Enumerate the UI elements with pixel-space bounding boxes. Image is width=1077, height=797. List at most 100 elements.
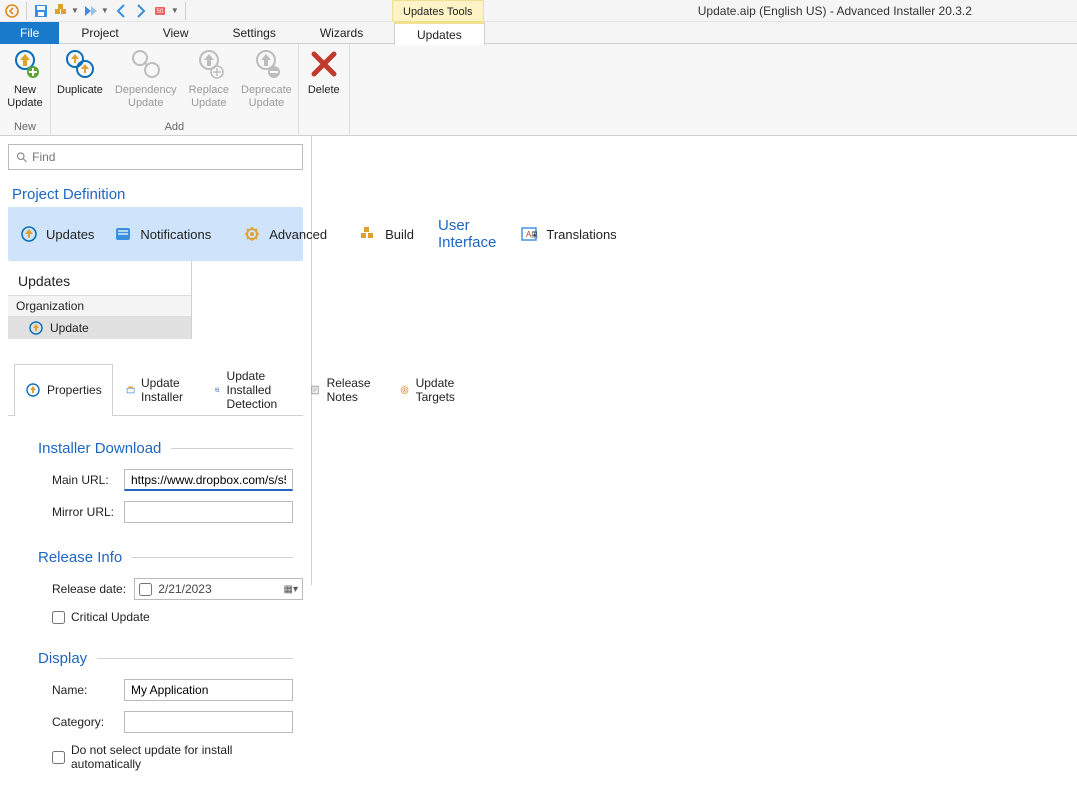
nav-label: Updates bbox=[46, 227, 94, 242]
separator bbox=[185, 2, 186, 20]
back-icon[interactable] bbox=[4, 3, 20, 19]
group-installer-download: Installer Download bbox=[38, 440, 161, 457]
tab-update-installed-detection[interactable]: Update Installed Detection bbox=[203, 364, 298, 416]
svg-text:果: 果 bbox=[531, 231, 538, 239]
dropdown-arrow-icon[interactable]: ▼ bbox=[71, 6, 79, 15]
replace-update-button[interactable]: Replace Update bbox=[183, 44, 235, 121]
nav-notifications[interactable]: Notifications bbox=[102, 219, 223, 249]
nav-label: Notifications bbox=[140, 227, 211, 242]
tab-label: Update Installer bbox=[141, 376, 190, 404]
release-date-picker[interactable]: 2/21/2023 ▦▾ bbox=[134, 578, 303, 600]
tab-label: Update Targets bbox=[416, 376, 462, 404]
nav-translations[interactable]: A果 Translations bbox=[508, 219, 628, 249]
search-icon bbox=[15, 150, 28, 164]
critical-update-checkbox[interactable] bbox=[52, 611, 65, 624]
mid-panel-title: Updates bbox=[8, 269, 191, 295]
nav-label: Translations bbox=[546, 227, 616, 242]
divider bbox=[97, 658, 293, 659]
tab-label: Update Installed Detection bbox=[227, 369, 287, 411]
run-icon[interactable] bbox=[83, 3, 99, 19]
duplicate-button[interactable]: Duplicate bbox=[51, 44, 109, 121]
ribbon-group-blank bbox=[299, 121, 349, 135]
nav-advanced[interactable]: Advanced bbox=[231, 219, 339, 249]
tree-item-label: Update bbox=[50, 321, 89, 335]
tab-update-targets[interactable]: Update Targets bbox=[389, 364, 472, 416]
tab-label: Release Notes bbox=[327, 376, 377, 404]
update-installer-icon bbox=[126, 382, 135, 398]
dropdown-arrow-icon[interactable]: ▼ bbox=[101, 6, 109, 15]
release-notes-icon bbox=[310, 382, 320, 398]
nav-back-icon[interactable] bbox=[113, 3, 129, 19]
nav-build[interactable]: Build bbox=[347, 219, 426, 249]
update-item-icon bbox=[28, 320, 44, 336]
dependency-update-label: Dependency Update bbox=[115, 84, 177, 110]
calendar-dropdown-icon[interactable]: ▦▾ bbox=[284, 584, 298, 595]
build-icon[interactable] bbox=[53, 3, 69, 19]
properties-icon bbox=[25, 382, 41, 398]
menu-updates[interactable]: Updates bbox=[394, 21, 485, 45]
tree-item-update[interactable]: Update bbox=[8, 317, 191, 339]
nav-label: Advanced bbox=[269, 227, 327, 242]
new-update-icon bbox=[9, 48, 41, 80]
name-input[interactable] bbox=[124, 679, 293, 701]
do-not-select-checkbox[interactable] bbox=[52, 751, 65, 764]
group-release-info: Release Info bbox=[38, 549, 122, 566]
window-title: Update.aip (English US) - Advanced Insta… bbox=[698, 4, 972, 18]
tab-properties[interactable]: Properties bbox=[14, 364, 113, 416]
menu-view[interactable]: View bbox=[141, 22, 211, 44]
advanced-icon bbox=[243, 225, 261, 243]
updates-icon bbox=[20, 225, 38, 243]
group-display: Display bbox=[38, 650, 87, 667]
svg-text:50: 50 bbox=[157, 9, 164, 15]
search-input[interactable] bbox=[32, 150, 296, 164]
tab-release-notes[interactable]: Release Notes bbox=[299, 364, 387, 416]
dropdown-arrow-icon[interactable]: ▼ bbox=[171, 6, 179, 15]
category-label: Category: bbox=[38, 715, 124, 729]
name-label: Name: bbox=[38, 683, 124, 697]
nav-forward-icon[interactable] bbox=[133, 3, 149, 19]
mirror-url-input[interactable] bbox=[124, 501, 293, 523]
do-not-select-label: Do not select update for install automat… bbox=[71, 743, 303, 771]
release-date-value: 2/21/2023 bbox=[158, 582, 277, 596]
deprecate-update-label: Deprecate Update bbox=[241, 84, 292, 110]
delete-button[interactable]: Delete bbox=[299, 44, 349, 121]
replace-update-label: Replace Update bbox=[189, 84, 229, 110]
tab-update-installer[interactable]: Update Installer bbox=[115, 364, 201, 416]
translations-icon: A果 bbox=[520, 225, 538, 243]
main-url-input[interactable] bbox=[124, 469, 293, 491]
divider bbox=[132, 557, 293, 558]
menu-wizards[interactable]: Wizards bbox=[298, 22, 385, 44]
deprecate-update-icon bbox=[250, 48, 282, 80]
new-update-button[interactable]: New Update bbox=[0, 44, 50, 121]
mirror-url-label: Mirror URL: bbox=[38, 505, 124, 519]
critical-update-label: Critical Update bbox=[71, 610, 150, 624]
contextual-tab-header: Updates Tools bbox=[392, 0, 484, 22]
ribbon-group-add: Add bbox=[51, 121, 298, 135]
nav-updates[interactable]: Updates Notifications Advanced Build Use… bbox=[8, 207, 303, 261]
menu-project[interactable]: Project bbox=[59, 22, 140, 44]
duplicate-label: Duplicate bbox=[57, 84, 103, 97]
delete-label: Delete bbox=[308, 84, 340, 97]
divider bbox=[171, 448, 293, 449]
menu-file[interactable]: File bbox=[0, 22, 59, 44]
notifications-icon bbox=[114, 225, 132, 243]
deprecate-update-button[interactable]: Deprecate Update bbox=[235, 44, 298, 121]
tag-icon[interactable]: 50 bbox=[153, 3, 169, 19]
menu-settings[interactable]: Settings bbox=[211, 22, 298, 44]
search-input-wrapper[interactable] bbox=[8, 144, 303, 170]
section-user-interface[interactable]: User Interface bbox=[434, 213, 500, 255]
mid-organization-header: Organization bbox=[8, 295, 191, 317]
save-icon[interactable] bbox=[33, 3, 49, 19]
nav-label: Build bbox=[385, 227, 414, 242]
section-project-definition[interactable]: Project Definition bbox=[8, 182, 303, 207]
delete-icon bbox=[308, 48, 340, 80]
duplicate-icon bbox=[64, 48, 96, 80]
category-input[interactable] bbox=[124, 711, 293, 733]
new-update-label: New Update bbox=[7, 84, 42, 110]
dependency-update-icon bbox=[130, 48, 162, 80]
release-date-enable-checkbox[interactable] bbox=[139, 583, 152, 596]
update-targets-icon bbox=[400, 382, 409, 398]
dependency-update-button[interactable]: Dependency Update bbox=[109, 44, 183, 121]
release-date-label: Release date: bbox=[38, 582, 134, 596]
ribbon-group-new: New bbox=[0, 121, 50, 135]
